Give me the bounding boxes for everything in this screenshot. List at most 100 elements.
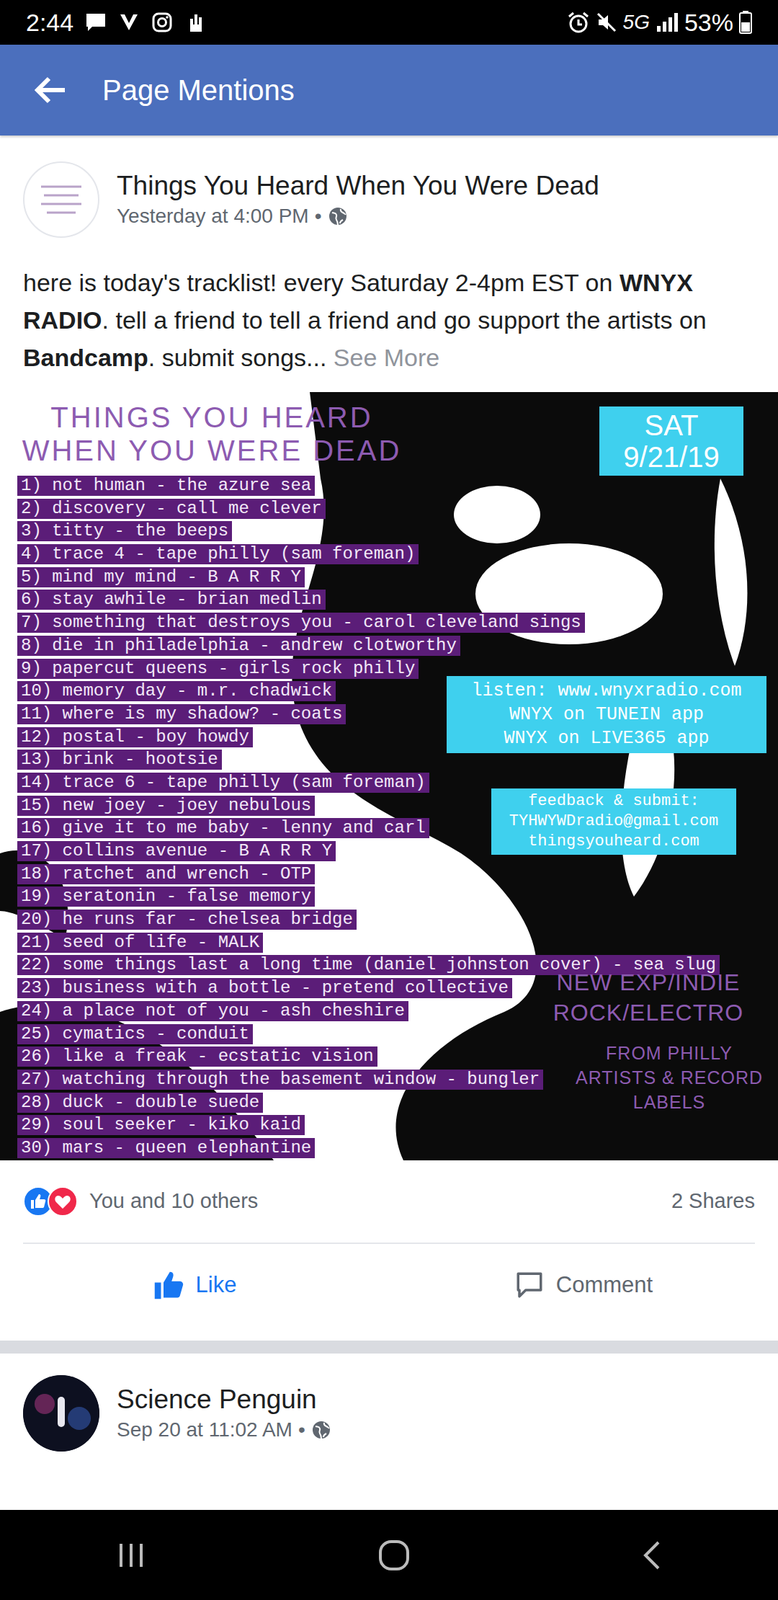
track-title: 25) cymatics - conduit <box>17 1023 253 1044</box>
feedback-info-line: TYHWYWDradio@gmail.com <box>494 811 734 832</box>
track-title: 27) watching through the basement window… <box>17 1069 544 1090</box>
divider <box>23 1241 755 1244</box>
feed-separator <box>0 1339 778 1353</box>
post-time[interactable]: Sep 20 at 11:02 AM <box>116 1415 293 1443</box>
share-count[interactable]: 2 Shares <box>671 1185 755 1217</box>
track-title: 3) titty - the beeps <box>17 520 232 541</box>
clock: 2:44 <box>25 4 74 42</box>
track-title: 11) where is my shadow? - coats <box>17 703 346 724</box>
listen-info-line: listen: www.wnyxradio.com <box>450 678 763 703</box>
track-title: 8) die in philadelphia - andrew clotwort… <box>17 635 461 656</box>
reaction-summary[interactable]: You and 10 others <box>23 1185 258 1217</box>
reactions-row: You and 10 others 2 Shares <box>0 1159 778 1242</box>
mute-icon <box>595 11 618 34</box>
track-row: 18) ratchet and wrench - OTP <box>17 863 778 885</box>
feedback-info: feedback & submit:TYHWYWDradio@gmail.com… <box>491 788 737 855</box>
comment-bubble-icon <box>514 1269 545 1300</box>
author-name[interactable]: Science Penguin <box>116 1382 332 1416</box>
next-post-meta: Science PenguinSep 20 at 11:02 AM• <box>116 1382 332 1443</box>
comment-button[interactable]: Comment <box>389 1243 778 1326</box>
track-title: 20) he runs far - chelsea bridge <box>17 909 357 930</box>
listen-info: listen: www.wnyxradio.comWNYX on TUNEIN … <box>446 675 767 753</box>
feed: Things You Heard When You Were DeadYeste… <box>0 135 778 1510</box>
post-meta: Things You Heard When You Were DeadYeste… <box>116 169 600 230</box>
listen-info-line: WNYX on TUNEIN app <box>450 702 763 727</box>
track-title: 17) collins avenue - B A R R Y <box>17 840 336 861</box>
track-row: 25) cymatics - conduit <box>17 1023 778 1045</box>
post-time-row: Sep 20 at 11:02 AM• <box>116 1415 332 1443</box>
post-actions: Like Comment <box>0 1243 778 1326</box>
show-date-line: 9/21/19 <box>599 440 744 473</box>
globe-icon <box>327 206 348 227</box>
track-title: 28) duck - double suede <box>17 1092 263 1113</box>
poster-title-line: THINGS YOU HEARD <box>17 400 407 434</box>
post-image[interactable]: THINGS YOU HEARDWHEN YOU WERE DEAD1) not… <box>0 391 778 1160</box>
track-row: 8) die in philadelphia - andrew clotwort… <box>17 635 778 657</box>
thumbs-up-icon <box>152 1269 185 1300</box>
genre-label: NEW EXP/INDIEROCK/ELECTRO <box>533 966 764 1028</box>
track-title: 13) brink - hootsie <box>17 749 222 770</box>
text-segment: . tell a friend to tell a friend and go … <box>102 306 707 334</box>
track-title: 7) something that destroys you - carol c… <box>17 612 585 633</box>
track-title: 14) trace 6 - tape philly (sam foreman) <box>17 772 430 793</box>
track-title: 21) seed of life - MALK <box>17 932 263 953</box>
action-label: Like <box>195 1267 238 1302</box>
alarm-icon <box>566 10 590 34</box>
post-text: here is today's tracklist! every Saturda… <box>0 237 778 392</box>
see-more-link[interactable]: See More <box>333 343 440 371</box>
origin-label-line: FROM PHILLY <box>564 1040 774 1065</box>
status-right: 5G 53% <box>566 4 753 42</box>
listen-info-line: WNYX on LIVE365 app <box>450 726 763 750</box>
track-title: 5) mind my mind - B A R R Y <box>17 566 305 588</box>
globe-icon <box>311 1419 332 1440</box>
battery-icon <box>739 10 753 34</box>
back-arrow-icon[interactable] <box>33 75 67 105</box>
like-button[interactable]: Like <box>0 1243 389 1326</box>
signal-icon <box>655 11 679 34</box>
separator-dot: • <box>298 1415 306 1443</box>
track-title: 19) seratonin - false memory <box>17 886 315 907</box>
track-title: 10) memory day - m.r. chadwick <box>17 680 336 701</box>
track-title: 1) not human - the azure sea <box>17 475 315 496</box>
hand-icon <box>184 11 205 34</box>
track-row: 5) mind my mind - B A R R Y <box>17 566 778 588</box>
track-title: 15) new joey - joey nebulous <box>17 795 315 816</box>
feedback-info-line: feedback & submit: <box>494 790 734 812</box>
track-row: 1) not human - the azure sea <box>17 475 778 497</box>
track-row: 21) seed of life - MALK <box>17 932 778 954</box>
network-type: 5G <box>623 7 650 38</box>
track-title: 4) trace 4 - tape philly (sam foreman) <box>17 543 419 565</box>
track-title: 16) give it to me baby - lenny and carl <box>17 817 430 838</box>
track-title: 18) ratchet and wrench - OTP <box>17 863 315 884</box>
track-title: 12) postal - boy howdy <box>17 726 253 748</box>
recent-apps-icon[interactable] <box>115 1540 147 1569</box>
track-row: 7) something that destroys you - carol c… <box>17 612 778 634</box>
track-title: 26) like a freak - ecstatic vision <box>17 1045 378 1067</box>
back-icon[interactable] <box>641 1538 663 1571</box>
track-title: 9) papercut queens - girls rock philly <box>17 658 419 679</box>
post-header: Things You Heard When You Were DeadYeste… <box>0 135 778 238</box>
show-date: SAT9/21/19 <box>599 406 744 476</box>
genre-label-line: ROCK/ELECTRO <box>533 996 764 1028</box>
post-time[interactable]: Yesterday at 4:00 PM <box>116 202 310 230</box>
author-name[interactable]: Things You Heard When You Were Dead <box>116 169 600 203</box>
instagram-icon <box>151 11 173 34</box>
science-penguin-avatar[interactable] <box>23 1374 100 1451</box>
track-row: 20) he runs far - chelsea bridge <box>17 909 778 930</box>
battery-level: 53% <box>684 4 734 42</box>
page-title: Page Mentions <box>102 68 295 112</box>
genre-label-line: NEW EXP/INDIE <box>533 966 764 997</box>
reaction-icons <box>23 1185 78 1216</box>
origin-label-line: LABELS <box>564 1089 774 1114</box>
text-segment: Bandcamp <box>23 343 149 371</box>
page-avatar[interactable] <box>23 161 100 238</box>
poster-title: THINGS YOU HEARDWHEN YOU WERE DEAD <box>17 400 407 476</box>
track-row: 30) mars - queen elephantine <box>17 1137 778 1159</box>
track-row: 4) trace 4 - tape philly (sam foreman) <box>17 543 778 565</box>
home-icon[interactable] <box>376 1537 412 1572</box>
reaction-count[interactable]: You and 10 others <box>89 1185 258 1217</box>
feedback-info-line: thingsyouheard.com <box>494 831 734 852</box>
track-row: 19) seratonin - false memory <box>17 886 778 907</box>
track-title: 2) discovery - call me clever <box>17 498 326 519</box>
track-row: 29) soul seeker - kiko kaid <box>17 1114 778 1136</box>
